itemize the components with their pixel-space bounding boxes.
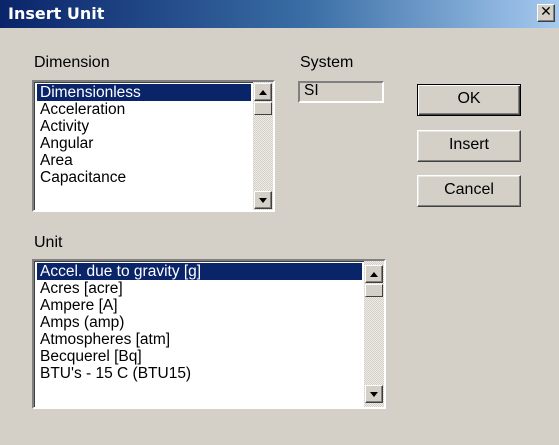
dimension-listbox[interactable]: Dimensionless Acceleration Activity Angu…	[32, 80, 275, 212]
dimension-label: Dimension	[34, 54, 110, 71]
insert-unit-dialog: Insert Unit ✕ Dimension Dimensionless Ac…	[0, 0, 559, 445]
unit-item[interactable]: Acres [acre]	[37, 280, 362, 297]
unit-item[interactable]: Accel. due to gravity [g]	[37, 263, 362, 280]
unit-item[interactable]: Becquerel [Bq]	[37, 348, 362, 365]
dimension-list: Dimensionless Acceleration Activity Angu…	[37, 84, 251, 186]
scroll-thumb[interactable]	[365, 284, 383, 297]
system-field: SI	[298, 81, 384, 103]
scroll-thumb[interactable]	[254, 102, 272, 115]
scroll-down-button[interactable]	[365, 385, 383, 403]
dimension-item[interactable]: Activity	[37, 118, 251, 135]
dimension-item[interactable]: Acceleration	[37, 101, 251, 118]
unit-label: Unit	[34, 234, 63, 251]
cancel-button[interactable]: Cancel	[417, 175, 521, 207]
unit-item[interactable]: Atmospheres [atm]	[37, 331, 362, 348]
triangle-up-icon	[370, 272, 378, 277]
window-title: Insert Unit	[8, 4, 105, 23]
dimension-item[interactable]: Angular	[37, 135, 251, 152]
unit-list: Accel. due to gravity [g] Acres [acre] A…	[37, 263, 362, 382]
unit-listbox[interactable]: Accel. due to gravity [g] Acres [acre] A…	[32, 259, 386, 409]
unit-scrollbar[interactable]	[364, 261, 384, 407]
title-bar[interactable]: Insert Unit ✕	[0, 0, 559, 28]
triangle-down-icon	[370, 392, 378, 397]
unit-item[interactable]: BTU's - 15 C (BTU15)	[37, 365, 362, 382]
triangle-up-icon	[259, 90, 267, 95]
dimension-item[interactable]: Dimensionless	[37, 84, 251, 101]
dimension-item[interactable]: Capacitance	[37, 169, 251, 186]
ok-button[interactable]: OK	[417, 84, 521, 116]
system-label: System	[300, 54, 354, 71]
scroll-down-button[interactable]	[254, 191, 272, 209]
dimension-item[interactable]: Area	[37, 152, 251, 169]
insert-button[interactable]: Insert	[417, 130, 521, 162]
triangle-down-icon	[259, 198, 267, 203]
scroll-up-button[interactable]	[365, 265, 383, 283]
unit-item[interactable]: Amps (amp)	[37, 314, 362, 331]
unit-item[interactable]: Ampere [A]	[37, 297, 362, 314]
close-button[interactable]: ✕	[537, 4, 555, 22]
scroll-up-button[interactable]	[254, 83, 272, 101]
close-icon: ✕	[540, 4, 552, 20]
dimension-scrollbar[interactable]	[253, 82, 273, 210]
